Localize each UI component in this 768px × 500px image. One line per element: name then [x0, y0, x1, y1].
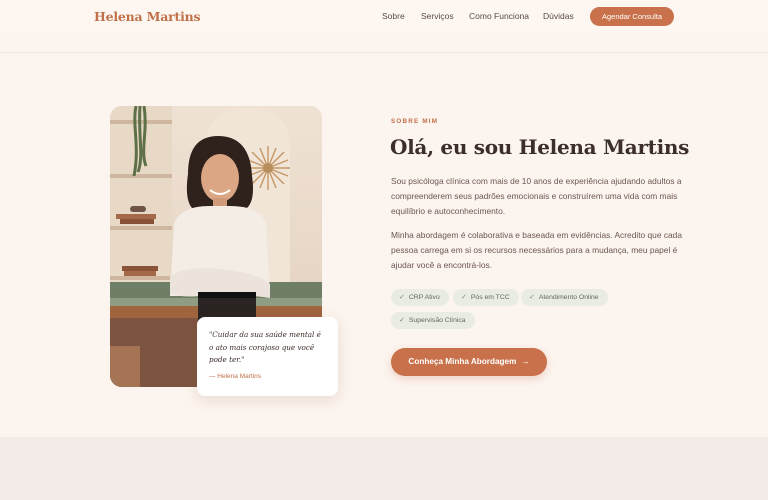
badge-label: CRP Ativo	[408, 294, 440, 301]
quote-card: "Cuidar da sua saúde mental é o ato mais…	[197, 317, 338, 396]
about-paragraph-1: Sou psicóloga clínica com mais de 10 ano…	[391, 176, 682, 216]
check-icon: ✓	[461, 294, 467, 301]
badge-atendimento-online: ✓ Atendimento Online	[521, 289, 608, 306]
nav-link-como-funciona[interactable]: Como Funciona	[469, 11, 529, 21]
badge-crp-ativo: ✓ CRP Ativo	[391, 289, 449, 306]
approach-button[interactable]: Conheça Minha Abordagem →	[391, 348, 547, 376]
brand-logo[interactable]: Helena Martins	[94, 9, 201, 24]
approach-button-label: Conheça Minha Abordagem	[408, 357, 517, 366]
nav-link-servicos[interactable]: Serviços	[421, 11, 454, 21]
nav-link-sobre[interactable]: Sobre	[382, 11, 405, 21]
quote-text: "Cuidar da sua saúde mental é o ato mais…	[209, 330, 321, 364]
badge-pos-tcc: ✓ Pós em TCC	[453, 289, 519, 306]
page-title: Olá, eu sou Helena Martins	[390, 135, 690, 159]
check-icon: ✓	[529, 294, 535, 301]
badge-label: Supervisão Clínica	[408, 317, 466, 324]
badge-label: Atendimento Online	[538, 294, 599, 301]
check-icon: ✓	[399, 294, 405, 301]
badge-label: Pós em TCC	[470, 294, 510, 301]
check-icon: ✓	[399, 317, 405, 324]
badge-supervisao-clinica: ✓ Supervisão Clínica	[391, 312, 475, 329]
top-navigation: Helena Martins Sobre Serviços Como Funci…	[0, 0, 768, 32]
arrow-right-icon: →	[521, 357, 530, 366]
nav-link-duvidas[interactable]: Dúvidas	[543, 11, 574, 21]
section-divider	[0, 52, 768, 53]
quote-author: — Helena Martins	[209, 372, 262, 380]
about-paragraph-2: Minha abordagem é colaborativa e baseada…	[391, 230, 682, 270]
next-section-band	[0, 437, 768, 500]
section-eyebrow: SOBRE MIM	[391, 118, 439, 125]
schedule-consultation-button[interactable]: Agendar Consulta	[590, 7, 674, 26]
